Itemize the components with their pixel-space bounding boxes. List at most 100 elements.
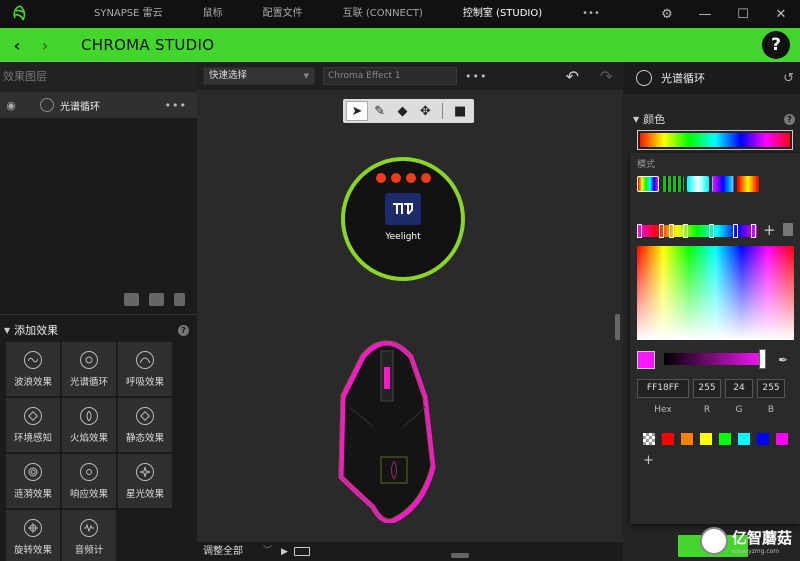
undo-icon[interactable]: ↶ — [566, 67, 579, 86]
preset-green[interactable] — [719, 433, 731, 445]
adjust-all-dropdown[interactable]: 调整全部 — [201, 543, 272, 560]
minimize-icon[interactable]: — — [686, 0, 724, 28]
mode-cyan[interactable] — [687, 176, 709, 192]
effect-starlight[interactable]: 星光效果 — [118, 454, 172, 508]
effect-static[interactable]: 静态效果 — [118, 398, 172, 452]
preset-magenta[interactable] — [776, 433, 788, 445]
pencil-tool-icon[interactable]: ✎ — [369, 101, 391, 121]
effect-fire[interactable]: 火焰效果 — [62, 398, 116, 452]
pointer-tool-icon[interactable]: ➤ — [346, 101, 368, 121]
color-value-labels: Hex R G B — [637, 405, 785, 415]
back-arrow-icon[interactable]: ‹ — [3, 36, 31, 55]
effect-label: 环境感知 — [13, 432, 52, 444]
led-dot[interactable] — [391, 173, 401, 183]
add-preset-icon[interactable]: + — [643, 453, 654, 468]
eyedropper-icon[interactable]: ✒ — [778, 353, 788, 367]
led-dot[interactable] — [421, 173, 431, 183]
reset-icon[interactable]: ↺ — [783, 71, 794, 86]
add-stop-icon[interactable]: + — [763, 221, 776, 239]
yeelight-device[interactable]: Yeelight — [341, 157, 465, 281]
gradient-stop[interactable] — [709, 224, 714, 238]
trash-icon[interactable] — [174, 293, 185, 306]
page-title: CHROMA STUDIO — [81, 36, 215, 54]
gradient-stop[interactable] — [751, 224, 756, 238]
gradient-stop[interactable] — [733, 224, 738, 238]
horizontal-scrollbar[interactable] — [451, 553, 469, 558]
effect-ambient[interactable]: 环境感知 — [6, 398, 60, 452]
effect-audio-meter[interactable]: 音频计 — [62, 510, 116, 561]
g-input[interactable]: 24 — [725, 379, 753, 398]
preset-cyan[interactable] — [738, 433, 750, 445]
audio-meter-icon — [80, 518, 98, 537]
mode-spectrum[interactable] — [637, 176, 659, 192]
razer-logo-icon[interactable] — [6, 0, 34, 28]
tab-profiles[interactable]: 配置文件 — [243, 0, 323, 28]
forward-arrow-icon[interactable]: › — [31, 36, 59, 55]
tab-connect[interactable]: 互联 (CONNECT) — [323, 0, 443, 28]
collapse-caret-icon[interactable]: ▼ — [633, 115, 639, 124]
quick-select-dropdown[interactable]: 快速选择 — [203, 67, 315, 85]
delete-tool-icon[interactable]: ■ — [449, 101, 471, 121]
gradient-stop-slider[interactable] — [637, 224, 757, 238]
mode-fire[interactable] — [737, 176, 759, 192]
help-icon[interactable]: ? — [178, 324, 189, 336]
led-dot[interactable] — [376, 173, 386, 183]
effect-spectrum[interactable]: 光谱循环 — [62, 342, 116, 396]
visibility-eye-icon[interactable]: ◉ — [0, 99, 22, 112]
layer-more-button[interactable]: ••• — [165, 99, 187, 112]
mode-stripes[interactable] — [662, 176, 684, 192]
effect-wave[interactable]: 波浪效果 — [6, 342, 60, 396]
play-icon[interactable]: ▶ — [281, 547, 288, 557]
tab-studio[interactable]: 控制室 (STUDIO) — [443, 0, 562, 28]
vertical-scrollbar[interactable] — [615, 314, 620, 340]
collapse-caret-icon[interactable]: ▼ — [4, 326, 10, 335]
fill-bucket-tool-icon[interactable]: ◆ — [392, 101, 414, 121]
preset-blue[interactable] — [757, 433, 769, 445]
gradient-stop[interactable] — [637, 224, 642, 238]
device-label: Yeelight — [385, 232, 421, 242]
brightness-slider[interactable] — [664, 353, 766, 365]
effect-wheel[interactable]: 旋转效果 — [6, 510, 60, 561]
help-icon[interactable]: ? — [784, 114, 795, 125]
watermark-name: 亿智蘑菇 — [732, 529, 793, 547]
g-label: G — [735, 405, 743, 415]
effect-name-input[interactable]: Chroma Effect 1 — [323, 67, 457, 85]
keyboard-icon[interactable] — [293, 547, 310, 556]
effect-reactive[interactable]: 响应效果 — [62, 454, 116, 508]
led-dot[interactable] — [406, 173, 416, 183]
color-spectrum-area[interactable] — [637, 246, 794, 340]
mouse-device[interactable] — [333, 327, 441, 523]
close-icon[interactable]: ✕ — [762, 0, 800, 28]
redo-icon[interactable]: ↷ — [600, 67, 613, 86]
gradient-stop[interactable] — [659, 224, 664, 238]
add-effects-header[interactable]: ▼ 添加效果 ? — [0, 320, 197, 340]
settings-gear-icon[interactable]: ⚙ — [648, 0, 686, 28]
color-gradient-bar[interactable] — [637, 130, 793, 150]
color-section-header[interactable]: ▼ 颜色 — [633, 111, 665, 127]
gradient-modes — [637, 176, 759, 192]
tab-synapse[interactable]: SYNAPSE 雷云 — [74, 0, 183, 28]
canvas-more-button[interactable]: ••• — [465, 70, 487, 83]
tab-more[interactable]: ••• — [562, 0, 620, 28]
delete-stop-icon[interactable] — [783, 223, 793, 236]
gradient-stop[interactable] — [669, 224, 674, 238]
b-input[interactable]: 255 — [757, 379, 785, 398]
preset-transparent[interactable] — [643, 433, 655, 445]
move-tool-icon[interactable]: ✥ — [414, 101, 436, 121]
preset-orange[interactable] — [681, 433, 693, 445]
help-button[interactable]: ? — [762, 31, 790, 59]
brightness-slider-handle[interactable] — [759, 349, 766, 369]
effect-ripple[interactable]: 涟漪效果 — [6, 454, 60, 508]
mode-purple[interactable] — [712, 176, 734, 192]
tab-mouse[interactable]: 鼠标 — [183, 0, 243, 28]
preset-red[interactable] — [662, 433, 674, 445]
layer-row[interactable]: ◉ 光谱循环 ••• — [0, 92, 197, 118]
gradient-stop[interactable] — [683, 224, 688, 238]
hex-input[interactable]: FF18FF — [637, 379, 689, 398]
r-input[interactable]: 255 — [693, 379, 721, 398]
duplicate-icon[interactable] — [149, 293, 164, 306]
maximize-icon[interactable]: ☐ — [724, 0, 762, 28]
effect-breath[interactable]: 呼吸效果 — [118, 342, 172, 396]
preset-yellow[interactable] — [700, 433, 712, 445]
folder-icon[interactable] — [124, 293, 139, 306]
